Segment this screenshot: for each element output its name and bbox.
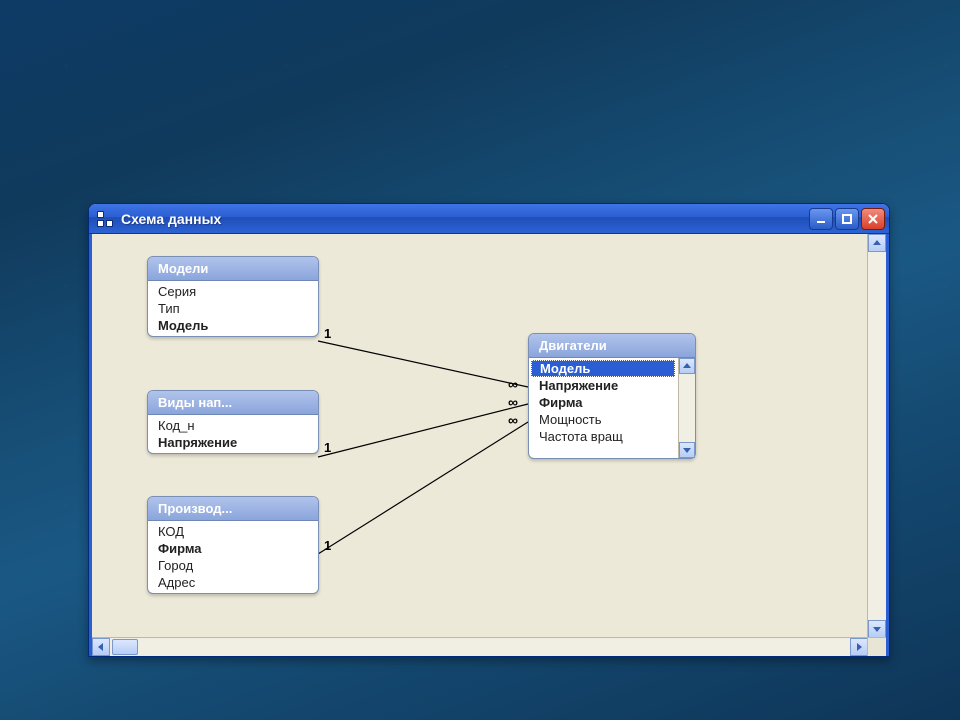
minimize-button[interactable] — [809, 208, 833, 230]
field-list-scrollbar[interactable] — [678, 358, 695, 458]
scrollbar-corner — [867, 637, 886, 656]
field-item[interactable]: Фирма — [148, 540, 318, 557]
scroll-down-button[interactable] — [679, 442, 695, 458]
field-item[interactable]: Мощность — [529, 411, 677, 428]
scroll-left-button[interactable] — [92, 638, 110, 656]
table-voltage-types[interactable]: Виды нап... Код_н Напряжение — [147, 390, 319, 454]
diagram-canvas[interactable]: 1 1 1 ∞ ∞ ∞ Модели Серия Тип Модель Виды… — [92, 234, 868, 638]
field-item[interactable]: Частота вращ — [529, 428, 677, 445]
scroll-up-button[interactable] — [679, 358, 695, 374]
table-title[interactable]: Двигатели — [529, 334, 695, 358]
table-models[interactable]: Модели Серия Тип Модель — [147, 256, 319, 337]
cardinality-many: ∞ — [508, 412, 518, 428]
vertical-scrollbar[interactable] — [867, 234, 886, 638]
field-item-selected[interactable]: Модель — [531, 360, 675, 377]
table-title[interactable]: Виды нап... — [148, 391, 318, 415]
horizontal-scrollbar[interactable] — [92, 637, 868, 656]
field-item[interactable]: Код_н — [148, 417, 318, 434]
window-title: Схема данных — [121, 211, 221, 227]
field-item[interactable]: Серия — [148, 283, 318, 300]
scroll-up-button[interactable] — [868, 234, 886, 252]
table-title[interactable]: Производ... — [148, 497, 318, 521]
field-item[interactable]: Город — [148, 557, 318, 574]
field-item[interactable]: Фирма — [529, 394, 677, 411]
client-area: 1 1 1 ∞ ∞ ∞ Модели Серия Тип Модель Виды… — [89, 234, 889, 656]
cardinality-one: 1 — [324, 440, 331, 455]
field-item[interactable]: Адрес — [148, 574, 318, 591]
cardinality-one: 1 — [324, 326, 331, 341]
cardinality-one: 1 — [324, 538, 331, 553]
cardinality-many: ∞ — [508, 376, 518, 392]
table-producers[interactable]: Производ... КОД Фирма Город Адрес — [147, 496, 319, 594]
field-item[interactable]: Модель — [148, 317, 318, 334]
close-button[interactable] — [861, 208, 885, 230]
maximize-button[interactable] — [835, 208, 859, 230]
relationships-icon — [97, 211, 113, 227]
scroll-down-button[interactable] — [868, 620, 886, 638]
relationships-window: Схема данных 1 — [88, 203, 890, 657]
cardinality-many: ∞ — [508, 394, 518, 410]
scroll-thumb[interactable] — [112, 639, 138, 655]
titlebar[interactable]: Схема данных — [89, 204, 889, 234]
scroll-right-button[interactable] — [850, 638, 868, 656]
field-item[interactable]: Напряжение — [529, 377, 677, 394]
field-item[interactable]: Напряжение — [148, 434, 318, 451]
field-item[interactable]: Тип — [148, 300, 318, 317]
window-buttons — [809, 208, 885, 230]
table-engines[interactable]: Двигатели Модель Напряжение Фирма Мощнос… — [528, 333, 696, 459]
table-title[interactable]: Модели — [148, 257, 318, 281]
field-item[interactable]: КОД — [148, 523, 318, 540]
